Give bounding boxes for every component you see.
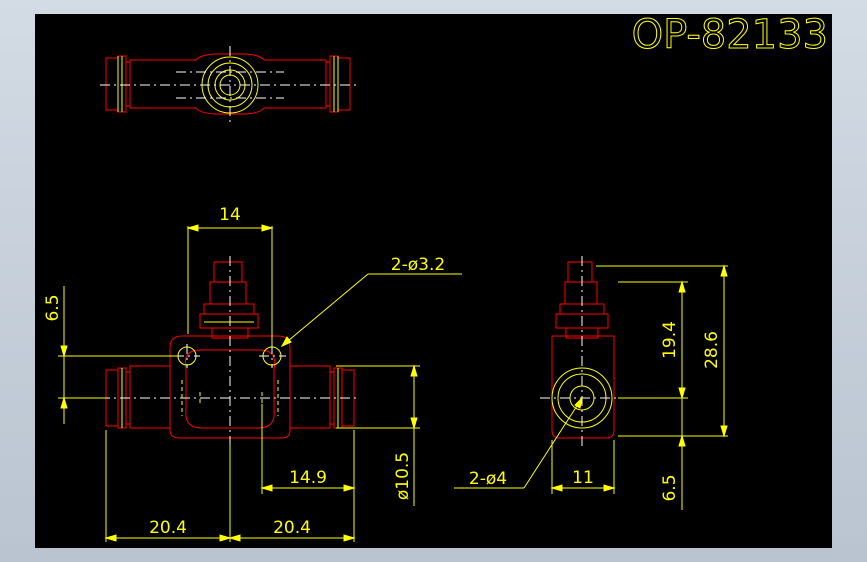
dim-bottom-offset: 6.5: [660, 474, 680, 501]
dim-height-inner: 19.4: [660, 321, 680, 359]
dim-height-total: 28.6: [702, 331, 722, 369]
dim-left-offset: 6.5: [43, 294, 63, 321]
drawing-title: OP-82133: [632, 12, 828, 58]
dim-half-left: 20.4: [149, 518, 187, 538]
dim-port-dia: ø10.5: [393, 452, 413, 500]
dim-port-callout: 2-ø4: [469, 469, 507, 489]
dim-port-offset: 14.9: [289, 468, 327, 488]
drawing-frame: OP-82133 14 6.5 2-ø3.2 ø10.5 14.9 20.4 2…: [0, 0, 867, 562]
dim-side-width: 11: [572, 468, 594, 488]
cad-drawing: OP-82133 14 6.5 2-ø3.2 ø10.5 14.9 20.4 2…: [35, 12, 832, 548]
dim-hole-callout: 2-ø3.2: [391, 255, 445, 275]
dim-half-right: 20.4: [273, 518, 311, 538]
dim-top-width: 14: [219, 205, 241, 225]
canvas-background: [35, 14, 832, 548]
